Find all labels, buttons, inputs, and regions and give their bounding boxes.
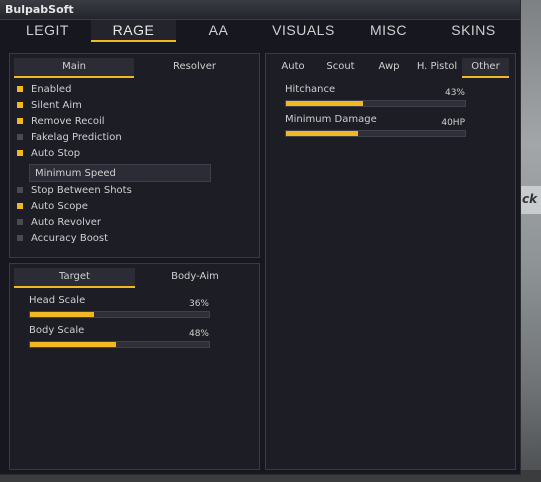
tab-misc[interactable]: MISC bbox=[346, 20, 431, 40]
minimum-damage-fill bbox=[286, 131, 358, 136]
head-scale-value: 36% bbox=[188, 299, 209, 309]
checkbox-indicator[interactable] bbox=[17, 86, 23, 92]
background-sign: ck bbox=[521, 186, 541, 214]
window-title: BulpabSoft bbox=[5, 3, 74, 16]
subtab-resolver[interactable]: Resolver bbox=[134, 58, 255, 76]
minimum-damage-label: Minimum Damage bbox=[285, 114, 377, 125]
subtab-auto[interactable]: Auto bbox=[270, 58, 316, 76]
minimum-damage-slider[interactable] bbox=[285, 130, 466, 137]
title-bar[interactable]: BulpabSoft bbox=[0, 0, 520, 20]
auto-stop-mode-dropdown[interactable]: Minimum Speed bbox=[29, 164, 211, 182]
body-scale-fill bbox=[30, 342, 116, 347]
checkbox-indicator[interactable] bbox=[17, 203, 23, 209]
subtab-h-pistol[interactable]: H. Pistol bbox=[413, 58, 461, 76]
subtab-other[interactable]: Other bbox=[462, 58, 509, 78]
tab-skins[interactable]: SKINS bbox=[431, 20, 516, 40]
weapon-subtab-bar: Auto Scout Awp H. Pistol Other bbox=[266, 54, 515, 78]
body-scale-value: 48% bbox=[188, 329, 209, 339]
checkbox-indicator[interactable] bbox=[17, 118, 23, 124]
tab-visuals[interactable]: VISUALS bbox=[261, 20, 346, 40]
checkbox-indicator[interactable] bbox=[17, 235, 23, 241]
main-subtab-bar: Main Resolver bbox=[10, 54, 259, 78]
head-scale-label: Head Scale bbox=[29, 295, 86, 306]
checkbox-indicator[interactable] bbox=[17, 102, 23, 108]
hitchance-value: 43% bbox=[444, 88, 465, 98]
background-scene bbox=[521, 0, 541, 482]
hitchance-slider[interactable] bbox=[285, 100, 466, 107]
tab-rage[interactable]: RAGE bbox=[91, 20, 176, 42]
tab-aa[interactable]: AA bbox=[176, 20, 261, 40]
checkbox-indicator[interactable] bbox=[17, 219, 23, 225]
body-scale-slider[interactable] bbox=[29, 341, 210, 348]
subtab-scout[interactable]: Scout bbox=[316, 58, 365, 76]
subtab-awp[interactable]: Awp bbox=[365, 58, 413, 76]
cheat-menu-window: BulpabSoft LEGIT RAGE AA VISUALS MISC SK… bbox=[0, 0, 521, 475]
hitchance-fill bbox=[286, 101, 363, 106]
weapon-panel: Auto Scout Awp H. Pistol Other Hitchance… bbox=[265, 53, 516, 470]
main-panel: Main Resolver Enabled Silent Aim Remove … bbox=[9, 53, 260, 258]
body-scale-label: Body Scale bbox=[29, 325, 85, 336]
head-scale-fill bbox=[30, 312, 95, 317]
checkbox-indicator[interactable] bbox=[17, 187, 23, 193]
target-panel: Target Body-Aim Head Scale 36% Body Scal… bbox=[9, 263, 260, 470]
minimum-damage-value: 40HP bbox=[441, 118, 465, 128]
checkbox-indicator[interactable] bbox=[17, 134, 23, 140]
tab-legit[interactable]: LEGIT bbox=[4, 20, 91, 40]
hitchance-label: Hitchance bbox=[285, 84, 336, 95]
subtab-body-aim[interactable]: Body-Aim bbox=[135, 268, 255, 286]
main-tab-bar: LEGIT RAGE AA VISUALS MISC SKINS bbox=[4, 20, 516, 42]
checkbox-indicator[interactable] bbox=[17, 150, 23, 156]
subtab-main[interactable]: Main bbox=[14, 58, 134, 78]
head-scale-slider[interactable] bbox=[29, 311, 210, 318]
target-subtab-bar: Target Body-Aim bbox=[10, 264, 259, 288]
subtab-target[interactable]: Target bbox=[14, 268, 135, 288]
